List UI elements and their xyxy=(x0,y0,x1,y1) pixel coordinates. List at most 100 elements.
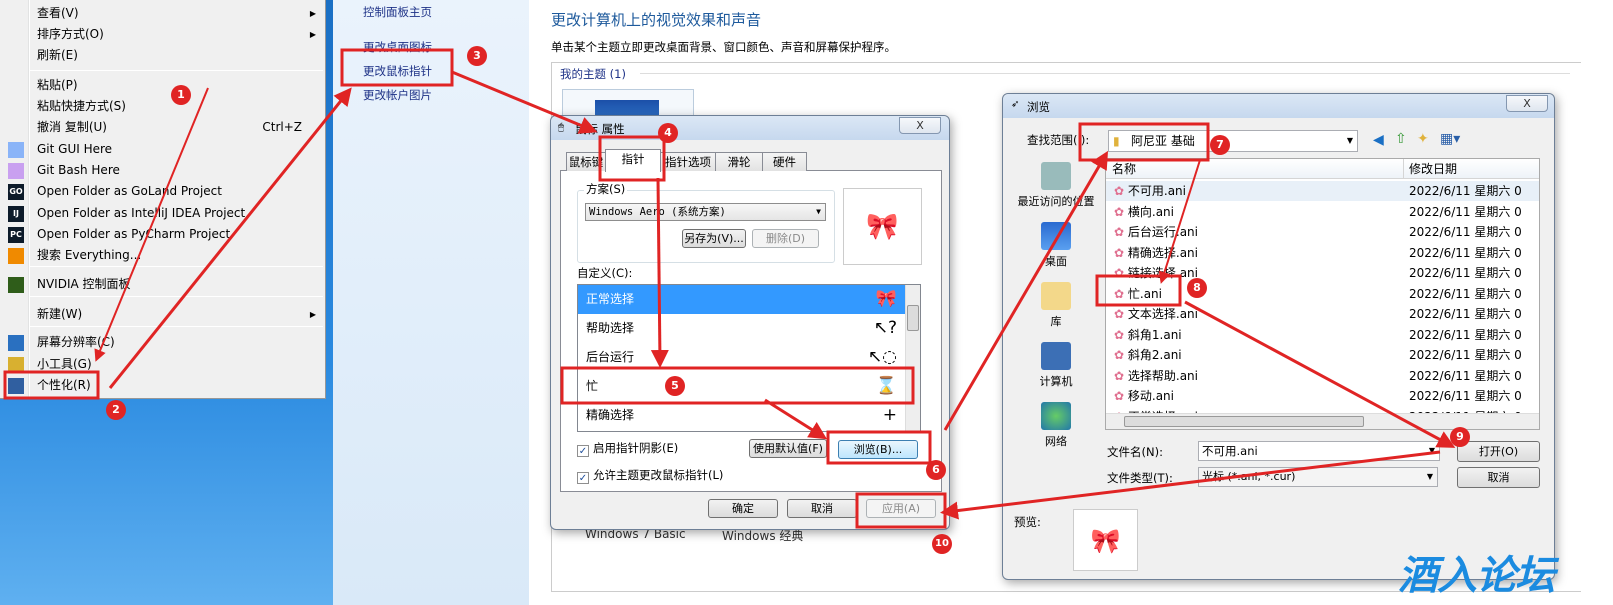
help-cursor-icon: ↖? xyxy=(873,318,897,338)
menu-item[interactable]: 小工具(G) xyxy=(0,354,324,375)
menu-item-label: Git GUI Here xyxy=(37,142,113,156)
filetype-select[interactable]: 光标 (*.ani, *.cur) ▼ xyxy=(1198,467,1438,487)
tab-pointers[interactable]: 指针 xyxy=(605,149,661,172)
view-menu-icon[interactable]: ▦▾ xyxy=(1440,131,1460,147)
cursor-row-help-select[interactable]: 帮助选择 ↖? xyxy=(578,314,905,343)
step-badge: 4 xyxy=(658,123,678,143)
menu-item[interactable]: 刷新(E) xyxy=(0,45,324,66)
column-name[interactable]: 名称 xyxy=(1112,159,1136,179)
file-name: ✿ 后台运行.ani xyxy=(1114,225,1198,239)
menu-item-label: Open Folder as GoLand Project xyxy=(37,184,222,198)
file-name: ✿ 链接选择.ani xyxy=(1114,266,1198,280)
filename-input[interactable]: 不可用.ani ▼ xyxy=(1198,441,1440,461)
menu-item[interactable]: IJ Open Folder as IntelliJ IDEA Project xyxy=(0,203,324,224)
back-icon[interactable]: ◀ xyxy=(1373,132,1384,148)
file-row[interactable]: ✿ 横向.ani 2022/6/11 星期六 0 xyxy=(1106,202,1539,222)
file-row[interactable]: ✿ 文本选择.ani 2022/6/11 星期六 0 xyxy=(1106,304,1539,324)
file-row[interactable]: ✿ 后台运行.ani 2022/6/11 星期六 0 xyxy=(1106,222,1539,242)
ok-button[interactable]: 确定 xyxy=(708,499,778,518)
cursor-row-normal-select[interactable]: 正常选择 🎀 xyxy=(578,285,905,314)
file-name: ✿ 忙.ani xyxy=(1114,286,1162,301)
close-button[interactable]: X xyxy=(1506,95,1548,112)
place-network[interactable]: 网络 xyxy=(1010,402,1102,449)
allow-theme-checkbox[interactable]: ✓ 允许主题更改鼠标指针(L) xyxy=(577,467,723,484)
place-computer[interactable]: 计算机 xyxy=(1010,342,1102,389)
menu-item[interactable]: Git Bash Here xyxy=(0,160,324,181)
dialog-title: 鼠标 属性 xyxy=(575,122,625,136)
cursor-list-scrollbar[interactable] xyxy=(905,285,920,431)
menu-item[interactable]: 搜索 Everything... xyxy=(0,245,324,266)
browse-button[interactable]: 浏览(B)... xyxy=(838,440,918,459)
ani-cursor-icon: ✿ xyxy=(1114,307,1125,321)
goland-icon: GO xyxy=(8,184,24,200)
look-in-select[interactable]: ▮ 阿尼亚 基础 ▼ xyxy=(1108,130,1358,152)
file-row[interactable]: ✿ 不可用.ani 2022/6/11 星期六 0 xyxy=(1106,181,1539,201)
file-date: 2022/6/11 星期六 0 xyxy=(1409,286,1522,301)
nav-change-account-picture[interactable]: 更改帐户图片 xyxy=(363,87,432,103)
cancel-button[interactable]: 取消 xyxy=(787,499,857,518)
browse-cancel-button[interactable]: 取消 xyxy=(1457,467,1540,488)
file-list-hscrollbar[interactable] xyxy=(1106,413,1539,429)
tab-buttons[interactable]: 鼠标键 xyxy=(566,152,606,171)
menu-item-label: Git Bash Here xyxy=(37,163,120,177)
tab-hardware[interactable]: 硬件 xyxy=(762,152,807,171)
step-badge: 5 xyxy=(665,376,685,396)
ani-cursor-icon: ✿ xyxy=(1114,286,1125,301)
up-folder-icon[interactable]: ⇧ xyxy=(1395,131,1407,147)
menu-item[interactable]: Git GUI Here xyxy=(0,139,324,160)
tab-wheel[interactable]: 滑轮 xyxy=(715,152,763,171)
column-modified[interactable]: 修改日期 xyxy=(1403,159,1457,179)
file-row[interactable]: ✿ 选择帮助.ani 2022/6/11 星期六 0 xyxy=(1106,366,1539,386)
menu-item[interactable]: 排序方式(O) ▶ xyxy=(0,24,324,45)
save-as-button[interactable]: 另存为(V)... xyxy=(682,229,746,248)
place-libraries[interactable]: 库 xyxy=(1010,282,1102,329)
step-badge: 9 xyxy=(1450,427,1470,447)
menu-item[interactable]: GO Open Folder as GoLand Project xyxy=(0,181,324,202)
nav-control-panel-home[interactable]: 控制面板主页 xyxy=(363,4,432,20)
use-default-button[interactable]: 使用默认值(F) xyxy=(749,439,827,458)
file-date: 2022/6/11 星期六 0 xyxy=(1409,184,1522,198)
file-row[interactable]: ✿ 斜角1.ani 2022/6/11 星期六 0 xyxy=(1106,325,1539,345)
menu-item[interactable]: 撤消 复制(U) Ctrl+Z xyxy=(0,117,324,138)
menu-item[interactable]: 个性化(R) xyxy=(0,375,324,396)
menu-item[interactable]: PC Open Folder as PyCharm Project xyxy=(0,224,324,245)
cursor-row-precision[interactable]: 精确选择 + xyxy=(578,401,905,430)
file-row[interactable]: ✿ 移动.ani 2022/6/11 星期六 0 xyxy=(1106,386,1539,406)
menu-item[interactable]: 屏幕分辨率(C) xyxy=(0,332,324,353)
new-folder-icon[interactable]: ✦ xyxy=(1417,131,1429,147)
close-button[interactable]: X xyxy=(899,117,941,134)
git-bash-icon xyxy=(8,163,24,179)
nav-change-desktop-icons[interactable]: 更改桌面图标 xyxy=(363,39,432,55)
enable-shadow-checkbox[interactable]: ✓ 启用指针阴影(E) xyxy=(577,440,678,457)
step-badge: 8 xyxy=(1187,278,1207,298)
file-row[interactable]: ✿ 链接选择.ani 2022/6/11 星期六 0 xyxy=(1106,263,1539,283)
file-row[interactable]: ✿ 斜角2.ani 2022/6/11 星期六 0 xyxy=(1106,345,1539,365)
nvidia-icon xyxy=(8,277,24,293)
menu-item[interactable]: 粘贴快捷方式(S) xyxy=(0,96,324,117)
file-row[interactable]: ✿ 忙.ani 2022/6/11 星期六 0 xyxy=(1106,284,1539,304)
cursor-row-busy[interactable]: 忙 ⌛ xyxy=(578,372,905,401)
nav-change-mouse-pointers[interactable]: 更改鼠标指针 xyxy=(363,63,432,79)
file-name: ✿ 移动.ani xyxy=(1114,389,1174,403)
menu-item-label: 屏幕分辨率(C) xyxy=(37,335,115,349)
places-bar: 最近访问的位置 桌面 库 计算机 网络 xyxy=(1010,160,1102,460)
menu-item[interactable]: NVIDIA 控制面板 xyxy=(0,274,324,295)
open-button[interactable]: 打开(O) xyxy=(1457,441,1540,462)
menu-item[interactable]: 粘贴(P) xyxy=(0,75,324,96)
menu-item-label: 排序方式(O) xyxy=(37,27,104,41)
ani-cursor-icon: ✿ xyxy=(1114,204,1125,219)
apply-button[interactable]: 应用(A) xyxy=(866,499,936,518)
menu-item[interactable]: 新建(W) ▶ xyxy=(0,304,324,325)
control-panel-nav: 控制面板主页 更改桌面图标 更改鼠标指针 更改帐户图片 xyxy=(333,0,529,605)
place-desktop[interactable]: 桌面 xyxy=(1010,222,1102,269)
menu-item-label: 搜索 Everything... xyxy=(37,248,142,262)
menu-item-label: 刷新(E) xyxy=(37,48,78,62)
menu-item[interactable]: 查看(V) ▶ xyxy=(0,3,324,24)
file-row[interactable]: ✿ 精确选择.ani 2022/6/11 星期六 0 xyxy=(1106,243,1539,263)
place-recent[interactable]: 最近访问的位置 xyxy=(1010,162,1102,209)
page-subtitle: 单击某个主题立即更改桌面背景、窗口颜色、声音和屏幕保护程序。 xyxy=(551,40,896,54)
scheme-select[interactable]: Windows Aero (系统方案) ▼ xyxy=(585,203,826,221)
tab-pointer-options[interactable]: 指针选项 xyxy=(660,152,716,171)
cursor-row-working[interactable]: 后台运行 ↖◌ xyxy=(578,343,905,372)
delete-scheme-button[interactable]: 删除(D) xyxy=(752,229,819,248)
